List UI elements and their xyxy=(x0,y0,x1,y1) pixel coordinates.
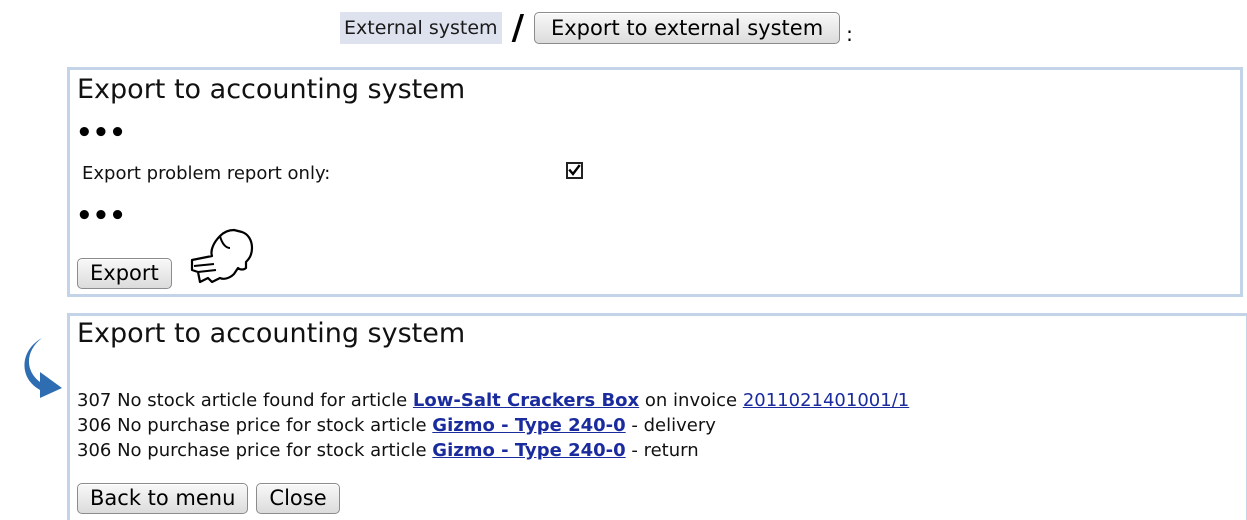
invoice-link[interactable]: 2011021401001/1 xyxy=(743,390,909,411)
problem-report: 307 No stock article found for article L… xyxy=(77,388,909,463)
breadcrumb-separator: / xyxy=(511,8,524,48)
report-line: 306 No purchase price for stock article … xyxy=(77,413,909,438)
ellipsis-bottom: ••• xyxy=(76,201,126,231)
export-button[interactable]: Export xyxy=(77,258,172,289)
breadcrumb-trailing-colon: : xyxy=(846,22,853,46)
export-form-panel: Export to accounting system ••• Export p… xyxy=(67,67,1243,297)
close-button[interactable]: Close xyxy=(256,483,340,514)
article-link[interactable]: Gizmo - Type 240-0 xyxy=(432,415,625,436)
export-form-title: Export to accounting system xyxy=(77,74,466,105)
report-line-suffix: - delivery xyxy=(625,415,716,436)
problem-report-only-checkbox[interactable] xyxy=(566,162,583,179)
report-line: 307 No stock article found for article L… xyxy=(77,388,909,413)
problem-report-only-label: Export problem report only: xyxy=(82,163,331,184)
export-result-title: Export to accounting system xyxy=(77,318,466,349)
report-line-middle: on invoice xyxy=(639,390,743,411)
back-to-menu-button[interactable]: Back to menu xyxy=(77,483,249,514)
export-to-external-system-button[interactable]: Export to external system xyxy=(533,12,841,44)
article-link[interactable]: Low-Salt Crackers Box xyxy=(413,390,639,411)
breadcrumb-menu-external-system[interactable]: External system xyxy=(340,12,502,44)
report-actions: Back to menu Close xyxy=(77,483,340,514)
report-line-suffix: - return xyxy=(625,440,699,461)
report-line-text: 307 No stock article found for article xyxy=(77,390,413,411)
breadcrumb: External system / Export to external sys… xyxy=(340,8,853,48)
curved-arrow-icon xyxy=(24,338,62,398)
checkmark-icon xyxy=(568,164,581,176)
pointing-hand-icon xyxy=(190,228,254,284)
report-line-text: 306 No purchase price for stock article xyxy=(77,415,433,436)
report-line-text: 306 No purchase price for stock article xyxy=(77,440,433,461)
ellipsis-top: ••• xyxy=(76,118,126,148)
report-line: 306 No purchase price for stock article … xyxy=(77,438,909,463)
article-link[interactable]: Gizmo - Type 240-0 xyxy=(432,440,625,461)
export-result-panel: Export to accounting system 307 No stock… xyxy=(67,313,1247,520)
